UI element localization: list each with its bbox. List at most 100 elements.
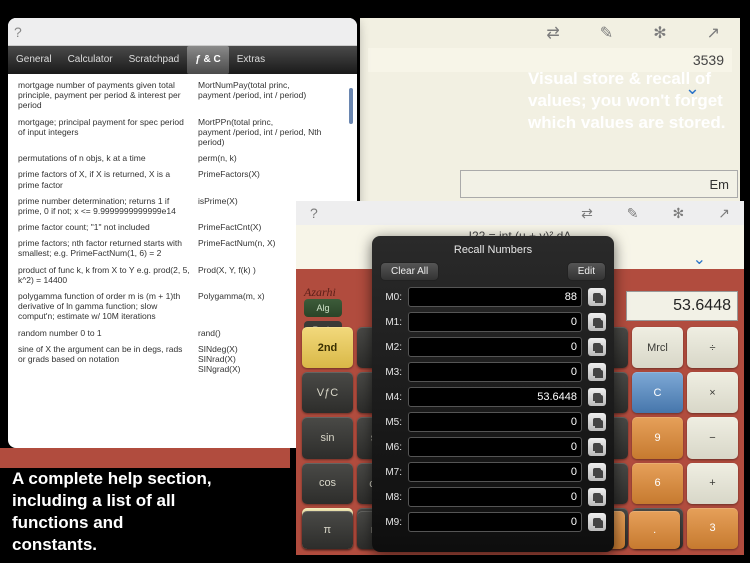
tap-icon[interactable] [588, 488, 606, 506]
help-desc: polygamma function of order m is (m + 1)… [18, 291, 198, 322]
swap-icon[interactable]: ⇄ [546, 23, 559, 43]
texture [0, 448, 290, 468]
help-icon[interactable]: ? [310, 205, 318, 221]
calc-toolbar: ? ⇄ ✎ ✻ ↗ [296, 201, 744, 225]
tab-calculator[interactable]: Calculator [60, 46, 121, 74]
tap-icon[interactable] [588, 313, 606, 331]
share-icon[interactable]: ↗ [718, 205, 730, 222]
help-desc: mortgage number of payments given total … [18, 80, 198, 111]
tap-icon[interactable] [588, 513, 606, 531]
btn-plus[interactable]: + [687, 463, 738, 504]
gear-icon[interactable]: ✻ [673, 205, 685, 222]
btn-6[interactable]: 6 [632, 463, 683, 504]
memory-slot: M2: 0 [380, 337, 606, 357]
chevron-down-icon[interactable]: ⌄ [693, 249, 706, 269]
recall-numbers-panel: Recall Numbers Clear All Edit M0:88M1:0M… [372, 236, 614, 552]
btn-divide[interactable]: ÷ [687, 327, 738, 368]
memory-label: M1: [380, 317, 402, 328]
memory-slot: M8: 0 [380, 487, 606, 507]
btn-mrcl[interactable]: Mrcl [632, 327, 683, 368]
btn-sin[interactable]: sin [302, 417, 353, 458]
caption-right: Visual store & recall of values; you won… [528, 68, 738, 134]
memory-slot: M0: 88 [380, 287, 606, 307]
help-icon[interactable]: ? [14, 24, 22, 40]
help-desc: product of func k, k from X to Y e.g. pr… [18, 265, 198, 285]
back-toolbar: ⇄ ✎ ✻ ↗ [360, 18, 740, 48]
tab-scratchpad[interactable]: Scratchpad [121, 46, 188, 74]
memory-label: M6: [380, 442, 402, 453]
tap-icon[interactable] [588, 463, 606, 481]
memory-value-field[interactable]: 0 [408, 487, 582, 507]
clear-all-button[interactable]: Clear All [380, 262, 439, 281]
memory-value-field[interactable]: 0 [408, 312, 582, 332]
btn-dot[interactable]: . [629, 511, 680, 549]
help-row: mortgage; principal payment for spec per… [18, 117, 347, 148]
btn-3[interactable]: 3 [687, 508, 738, 549]
help-signature: PrimeFactors(X) [198, 169, 347, 189]
help-desc: prime factor count; "1" not included [18, 222, 198, 232]
tap-icon[interactable] [588, 388, 606, 406]
help-row: prime factors of X, if X is returned, X … [18, 169, 347, 189]
memory-slot: M6: 0 [380, 437, 606, 457]
mode-alg-button[interactable]: Alg [304, 299, 342, 317]
memory-value-field[interactable]: 0 [408, 462, 582, 482]
calc-display: 53.6448 [626, 291, 738, 321]
help-desc: prime factors; nth factor returned start… [18, 238, 198, 258]
tap-icon[interactable] [588, 438, 606, 456]
memory-value-field[interactable]: 53.6448 [408, 387, 582, 407]
help-signature: MortPPn(total princ, payment /period, in… [198, 117, 347, 148]
tab-fnc[interactable]: ƒ & C [187, 46, 229, 74]
memory-value-field[interactable]: 0 [408, 412, 582, 432]
tap-icon[interactable] [588, 413, 606, 431]
help-signature: MortNumPay(total princ, payment /period,… [198, 80, 347, 111]
help-signature: perm(n, k) [198, 153, 347, 163]
pencil-icon[interactable]: ✎ [600, 23, 613, 43]
help-desc: prime factors of X, if X is returned, X … [18, 169, 198, 189]
help-desc: permutations of n objs, k at a time [18, 153, 198, 163]
memory-label: M0: [380, 292, 402, 303]
tap-icon[interactable] [588, 363, 606, 381]
memory-value-field[interactable]: 0 [408, 512, 582, 532]
scrollbar-thumb[interactable] [349, 88, 353, 124]
memory-label: M2: [380, 342, 402, 353]
share-icon[interactable]: ↗ [707, 23, 720, 43]
btn-9[interactable]: 9 [632, 417, 683, 458]
memory-label: M8: [380, 492, 402, 503]
btn-2nd[interactable]: 2nd [302, 327, 353, 368]
memory-value-field[interactable]: 88 [408, 287, 582, 307]
tap-icon[interactable] [588, 338, 606, 356]
memory-value-field[interactable]: 0 [408, 437, 582, 457]
memory-label: M4: [380, 392, 402, 403]
memory-label: M5: [380, 417, 402, 428]
help-desc: random number 0 to 1 [18, 328, 198, 338]
help-row: mortgage number of payments given total … [18, 80, 347, 111]
em-display: Em [460, 170, 738, 198]
caption-left: A complete help section, including a lis… [12, 468, 212, 556]
pencil-icon[interactable]: ✎ [627, 205, 639, 222]
memory-slot: M1: 0 [380, 312, 606, 332]
swap-icon[interactable]: ⇄ [581, 205, 593, 222]
help-topbar: ? [8, 18, 357, 46]
memory-label: M7: [380, 467, 402, 478]
help-desc: sine of X the argument can be in degs, r… [18, 344, 198, 375]
help-row: permutations of n objs, k at a timeperm(… [18, 153, 347, 163]
edit-button[interactable]: Edit [567, 262, 606, 281]
btn-multiply[interactable]: × [687, 372, 738, 413]
gear-icon[interactable]: ✻ [653, 23, 666, 43]
tap-icon[interactable] [588, 288, 606, 306]
tab-general[interactable]: General [8, 46, 60, 74]
memory-slot: M7: 0 [380, 462, 606, 482]
help-tabs: General Calculator Scratchpad ƒ & C Extr… [8, 46, 357, 74]
help-desc: prime number determination; returns 1 if… [18, 196, 198, 216]
memory-slot: M4: 53.6448 [380, 387, 606, 407]
memory-value-field[interactable]: 0 [408, 362, 582, 382]
btn-pi[interactable]: π [302, 511, 353, 549]
help-desc: mortgage; principal payment for spec per… [18, 117, 198, 148]
btn-minus[interactable]: − [687, 417, 738, 458]
memory-value-field[interactable]: 0 [408, 337, 582, 357]
recall-title: Recall Numbers [380, 244, 606, 256]
btn-cos[interactable]: cos [302, 463, 353, 504]
btn-vfc[interactable]: VƒC [302, 372, 353, 413]
tab-extras[interactable]: Extras [229, 46, 273, 74]
btn-clear[interactable]: C [632, 372, 683, 413]
